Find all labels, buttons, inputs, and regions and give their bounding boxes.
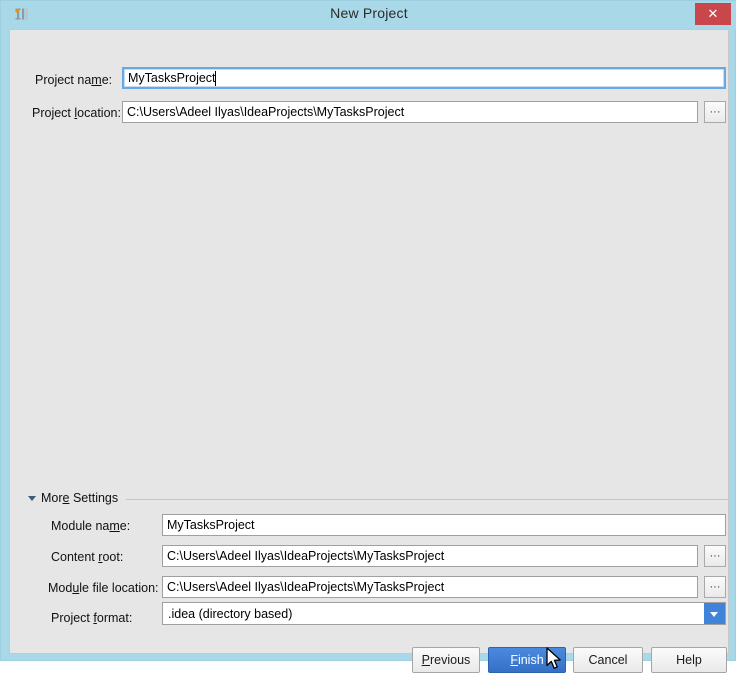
finish-button[interactable]: Finish (488, 647, 566, 673)
new-project-dialog-window: New Project ✕ Project name: Project loca… (0, 0, 736, 661)
group-separator (126, 499, 728, 500)
chevron-down-icon[interactable] (704, 603, 725, 624)
more-settings-label: More Settings (41, 491, 118, 505)
project-location-browse-button[interactable]: ··· (704, 101, 726, 123)
content-root-label: Content root: (51, 550, 123, 564)
project-format-select[interactable]: .idea (directory based) (162, 602, 726, 625)
module-name-label: Module name: (51, 519, 130, 533)
close-icon[interactable]: ✕ (695, 3, 731, 25)
project-location-input[interactable] (122, 101, 698, 123)
module-file-location-label: Module file location: (48, 581, 159, 595)
window-title: New Project (1, 5, 736, 21)
dialog-content-panel: Project name: Project location: ··· More… (9, 29, 729, 654)
title-bar: New Project ✕ (1, 1, 736, 29)
project-name-input[interactable] (122, 67, 726, 89)
project-name-label: Project name: (35, 73, 112, 87)
module-file-location-browse-button[interactable]: ··· (704, 576, 726, 598)
module-file-location-input[interactable] (162, 576, 698, 598)
close-glyph: ✕ (695, 3, 731, 25)
content-root-input[interactable] (162, 545, 698, 567)
chevron-down-glyph (710, 612, 718, 617)
project-format-value: .idea (directory based) (168, 605, 292, 623)
help-button[interactable]: Help (651, 647, 727, 673)
cancel-button[interactable]: Cancel (573, 647, 643, 673)
project-format-label: Project format: (51, 611, 132, 625)
text-caret (215, 71, 216, 86)
more-settings-group-header: More Settings (28, 491, 728, 507)
module-name-input[interactable] (162, 514, 726, 536)
previous-button[interactable]: Previous (412, 647, 480, 673)
more-settings-toggle[interactable]: More Settings (28, 491, 118, 505)
project-location-label: Project location: (32, 106, 121, 120)
triangle-down-icon (28, 496, 36, 501)
content-root-browse-button[interactable]: ··· (704, 545, 726, 567)
